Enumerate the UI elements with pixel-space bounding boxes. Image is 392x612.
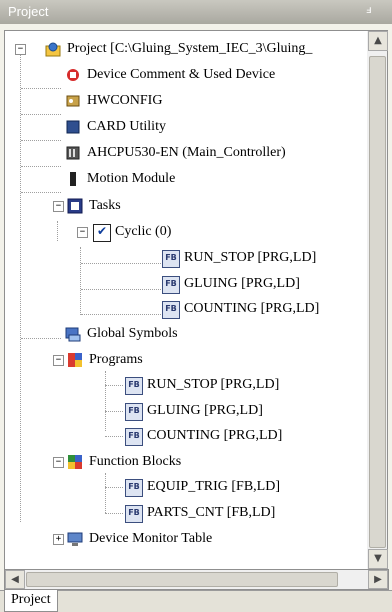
tree-line bbox=[81, 289, 161, 290]
cpu-icon bbox=[66, 146, 80, 160]
tree-line bbox=[21, 166, 61, 167]
tree-line bbox=[57, 221, 58, 241]
pin-icon[interactable]: ⅎ bbox=[362, 4, 376, 18]
function-block-icon: FB bbox=[125, 479, 143, 497]
collapse-function-blocks-icon[interactable]: − bbox=[53, 457, 64, 468]
tree-line bbox=[20, 47, 21, 522]
tree-line bbox=[105, 436, 123, 437]
tree-line bbox=[105, 513, 123, 514]
vertical-scroll-thumb[interactable] bbox=[369, 56, 386, 548]
checkbox-icon[interactable]: ✔ bbox=[93, 224, 111, 242]
tab-project[interactable]: Project bbox=[4, 590, 58, 612]
program-icon: FB bbox=[162, 301, 180, 319]
collapse-root-icon[interactable]: − bbox=[15, 44, 26, 55]
tree-line bbox=[21, 114, 61, 115]
tree-line bbox=[81, 263, 161, 264]
project-panel: Project ⅎ − Project [C:\Gluing_System_IE… bbox=[0, 0, 392, 612]
project-icon bbox=[45, 42, 61, 57]
tree-item-label: RUN_STOP [PRG,LD] bbox=[147, 377, 280, 392]
collapse-programs-icon[interactable]: − bbox=[53, 355, 64, 366]
tree-item-label: Device Monitor Table bbox=[89, 531, 213, 546]
project-tree: − Project [C:\Gluing_System_IEC_3\Gluing… bbox=[4, 30, 368, 570]
tree-line bbox=[105, 473, 106, 513]
tree-item-label: Global Symbols bbox=[87, 326, 178, 341]
tree-line bbox=[21, 88, 61, 89]
tree-item-label: Cyclic (0) bbox=[115, 224, 172, 239]
tree-item-label: Tasks bbox=[89, 198, 121, 213]
vertical-scrollbar[interactable]: ▲ ▼ bbox=[367, 30, 388, 570]
tree-line bbox=[105, 411, 123, 412]
function-block-icon: FB bbox=[125, 505, 143, 523]
scroll-up-icon[interactable]: ▲ bbox=[368, 31, 388, 51]
program-icon: FB bbox=[125, 377, 143, 395]
tree-line bbox=[80, 247, 81, 315]
panel-tab-bar: Project bbox=[0, 590, 392, 612]
tree-item-label: Motion Module bbox=[87, 171, 176, 186]
tree-item-label: Device Comment & Used Device bbox=[87, 67, 276, 82]
tree-item-label: GLUING [PRG,LD] bbox=[147, 403, 263, 418]
tree-item-label: EQUIP_TRIG [FB,LD] bbox=[147, 479, 280, 494]
scroll-down-icon[interactable]: ▼ bbox=[368, 549, 388, 569]
motion-module-icon bbox=[70, 172, 76, 186]
hwconfig-icon bbox=[66, 95, 80, 107]
tree-item-label: GLUING [PRG,LD] bbox=[184, 276, 300, 291]
tree-line bbox=[21, 140, 61, 141]
tree-item-label: COUNTING [PRG,LD] bbox=[184, 301, 320, 316]
tree-item-label: Function Blocks bbox=[89, 454, 182, 469]
device-monitor-icon bbox=[67, 532, 83, 546]
collapse-tasks-icon[interactable]: − bbox=[53, 201, 64, 212]
scroll-right-icon[interactable]: ▶ bbox=[368, 570, 388, 589]
tree-item-label: HWCONFIG bbox=[87, 93, 163, 108]
tree-line bbox=[21, 338, 61, 339]
programs-icon bbox=[68, 353, 82, 367]
tree-line bbox=[105, 385, 123, 386]
program-icon: FB bbox=[162, 250, 180, 268]
horizontal-scrollbar[interactable]: ◀ ▶ bbox=[4, 569, 389, 590]
tree-line bbox=[105, 487, 123, 488]
tree-item-root[interactable]: Project [C:\Gluing_System_IEC_3\Gluing_ bbox=[45, 38, 367, 60]
program-icon: FB bbox=[125, 403, 143, 421]
panel-titlebar: Project ⅎ bbox=[0, 0, 392, 24]
horizontal-scroll-thumb[interactable] bbox=[26, 572, 338, 587]
tree-item-label: CARD Utility bbox=[87, 119, 166, 134]
tasks-icon bbox=[67, 198, 83, 214]
program-icon: FB bbox=[125, 428, 143, 446]
panel-title: Project bbox=[8, 4, 49, 19]
expand-device-monitor-icon[interactable]: + bbox=[53, 534, 64, 545]
tree-line bbox=[21, 192, 61, 193]
tree-item-label: RUN_STOP [PRG,LD] bbox=[184, 250, 317, 265]
device-comment-icon bbox=[67, 69, 79, 81]
tree-item-label: AHCPU530-EN (Main_Controller) bbox=[87, 145, 286, 160]
tree-item-label: Project [C:\Gluing_System_IEC_3\Gluing_ bbox=[67, 41, 313, 56]
scroll-left-icon[interactable]: ◀ bbox=[5, 570, 25, 589]
tree-item-label: COUNTING [PRG,LD] bbox=[147, 428, 283, 443]
tree-item-label: PARTS_CNT [FB,LD] bbox=[147, 505, 276, 520]
card-utility-icon bbox=[66, 120, 80, 134]
global-symbols-icon bbox=[65, 327, 81, 342]
function-blocks-icon bbox=[68, 455, 82, 469]
collapse-cyclic-icon[interactable]: − bbox=[77, 227, 88, 238]
tree-item-label: Programs bbox=[89, 352, 143, 367]
tree-line bbox=[81, 314, 161, 315]
tree-line bbox=[105, 371, 106, 431]
program-icon: FB bbox=[162, 276, 180, 294]
